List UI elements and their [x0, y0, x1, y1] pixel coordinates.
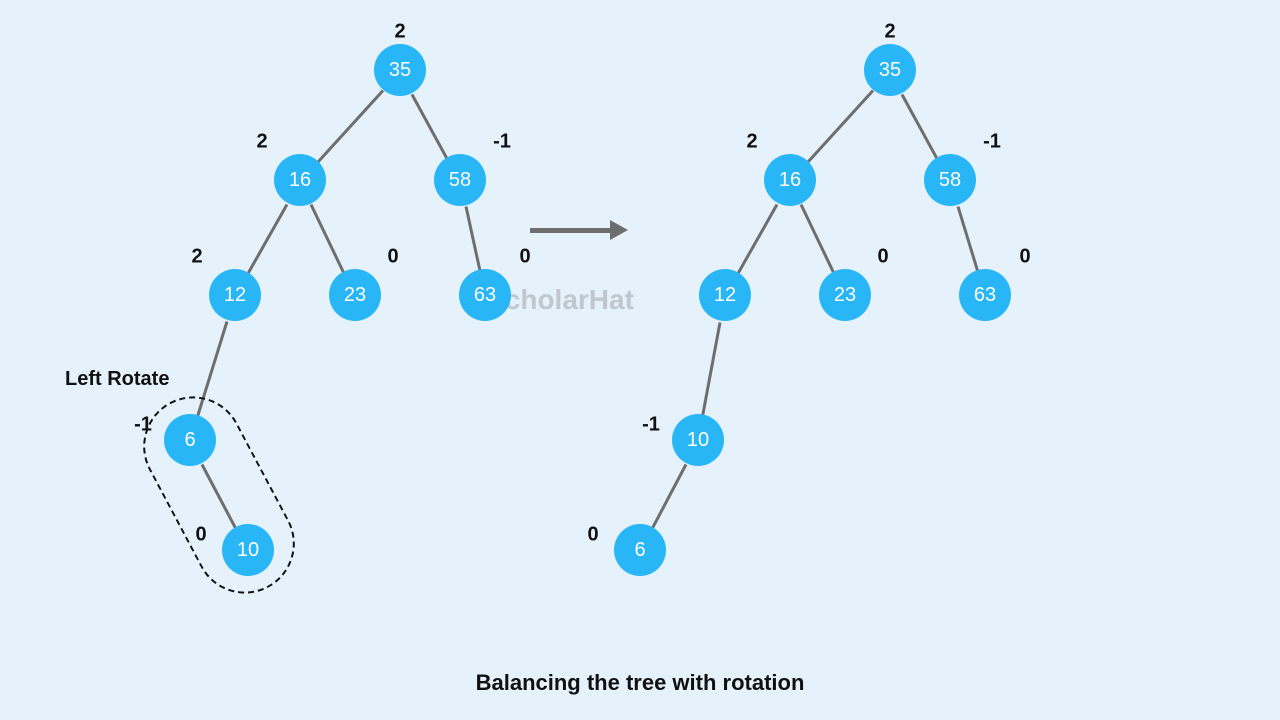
left-node-12: 12 [209, 269, 261, 321]
left-edge-58-63 [464, 207, 481, 272]
left-bf-23: 0 [387, 246, 398, 269]
left-edge-35-58 [411, 94, 449, 160]
left-bf-63: 0 [519, 246, 530, 269]
right-bf-10: -1 [642, 414, 660, 437]
left-bf-12: 2 [191, 246, 202, 269]
left-bf-16: 2 [256, 131, 267, 154]
right-bf-58: -1 [983, 131, 1001, 154]
right-bf-35: 2 [884, 21, 895, 44]
left-edge-16-12 [246, 203, 288, 274]
left-edge-16-23 [310, 204, 345, 273]
rotation-highlight-ellipse [126, 379, 313, 611]
right-node-58: 58 [924, 154, 976, 206]
right-edge-10-6 [651, 464, 687, 529]
right-bf-16: 2 [746, 131, 757, 154]
diagram-caption: Balancing the tree with rotation [476, 670, 805, 696]
left-bf-6: -1 [134, 414, 152, 437]
left-bf-58: -1 [493, 131, 511, 154]
left-node-58: 58 [434, 154, 486, 206]
left-edge-35-16 [316, 90, 383, 164]
left-node-63: 63 [459, 269, 511, 321]
right-edge-12-10 [701, 322, 721, 416]
left-bf-35: 2 [394, 21, 405, 44]
right-bf-63: 0 [1019, 246, 1030, 269]
left-node-6: 6 [164, 414, 216, 466]
right-node-6: 6 [614, 524, 666, 576]
left-node-35: 35 [374, 44, 426, 96]
right-node-10: 10 [672, 414, 724, 466]
right-edge-58-63 [956, 206, 979, 272]
right-node-63: 63 [959, 269, 1011, 321]
right-node-16: 16 [764, 154, 816, 206]
right-bf-6: 0 [587, 524, 598, 547]
right-edge-16-23 [800, 204, 835, 273]
transition-arrow-head [610, 220, 628, 240]
right-edge-16-12 [736, 203, 778, 274]
right-edge-35-16 [806, 90, 873, 164]
left-node-10: 10 [222, 524, 274, 576]
left-rotate-label: Left Rotate [65, 368, 169, 391]
right-node-35: 35 [864, 44, 916, 96]
left-node-16: 16 [274, 154, 326, 206]
left-node-23: 23 [329, 269, 381, 321]
left-bf-10: 0 [195, 524, 206, 547]
right-node-12: 12 [699, 269, 751, 321]
transition-arrow-line [530, 228, 610, 233]
right-edge-35-58 [901, 94, 939, 160]
right-node-23: 23 [819, 269, 871, 321]
right-bf-23: 0 [877, 246, 888, 269]
